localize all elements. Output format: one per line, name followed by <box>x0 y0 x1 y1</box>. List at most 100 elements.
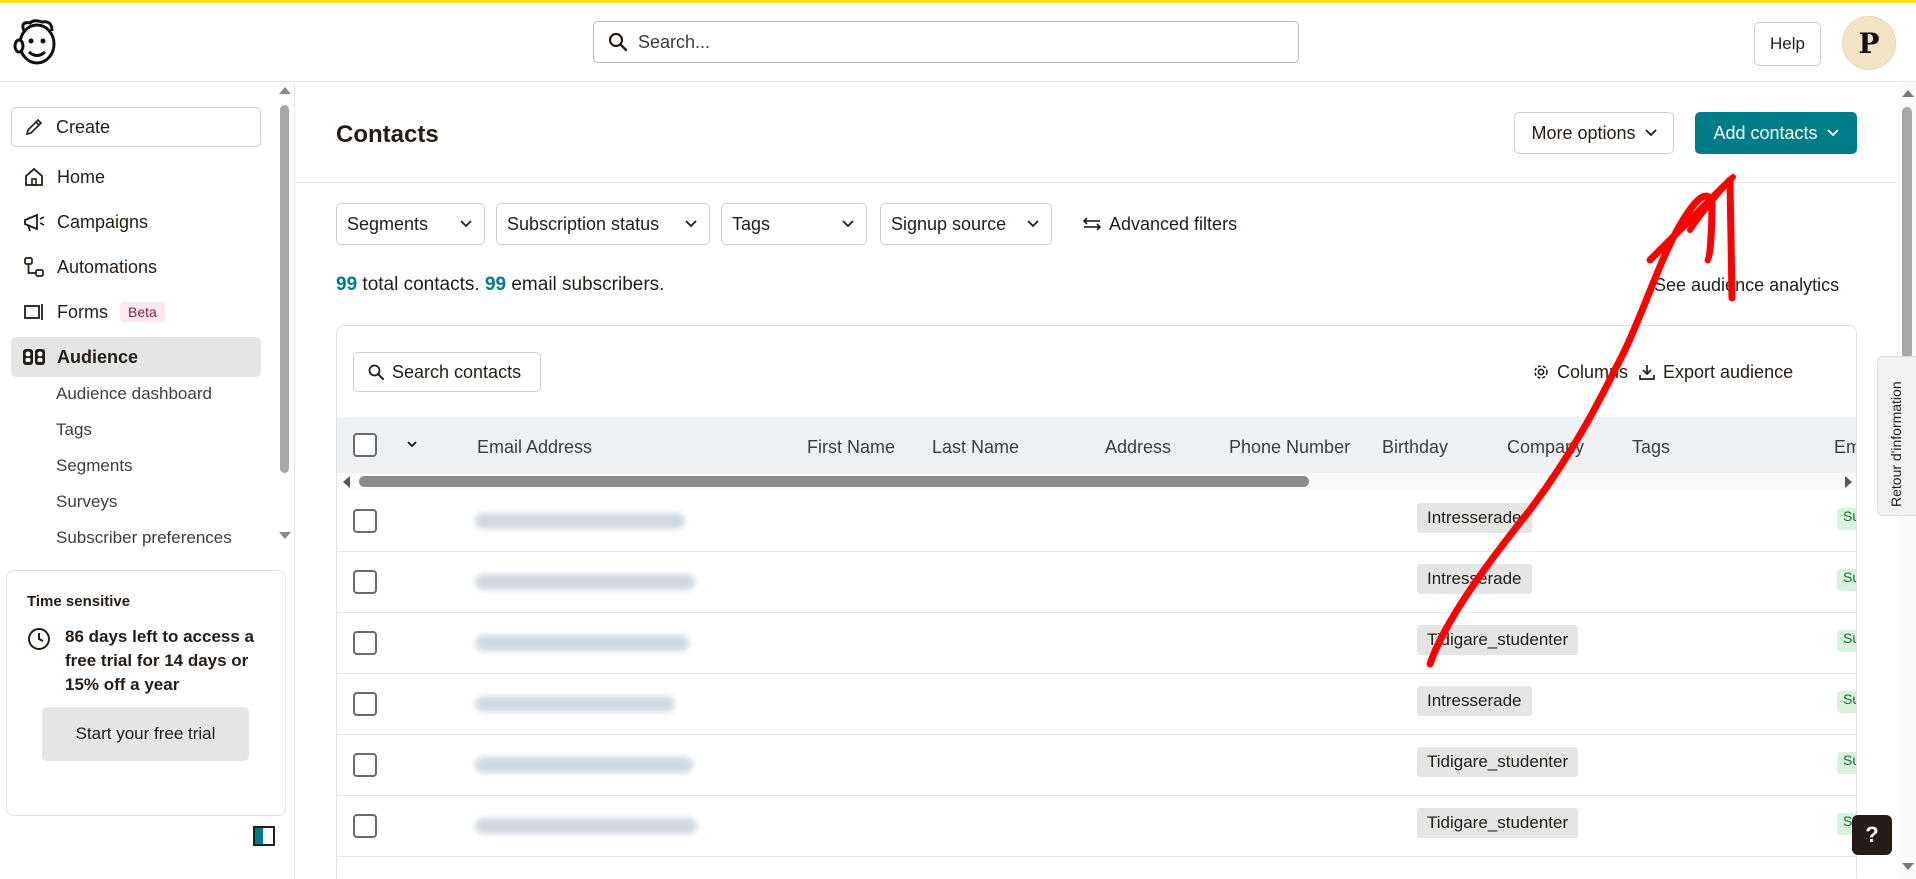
column-header-company[interactable]: Company <box>1507 437 1584 458</box>
table-row[interactable]: Intresserade Su <box>337 674 1856 735</box>
feedback-tab-label: Retour d'information <box>1888 381 1904 507</box>
floating-help-button[interactable]: ? <box>1852 815 1892 855</box>
subnav-audience-dashboard[interactable]: Audience dashboard <box>56 384 212 404</box>
chevron-down-icon[interactable] <box>407 441 417 448</box>
row-checkbox[interactable] <box>353 692 377 716</box>
column-header-phone-number[interactable]: Phone Number <box>1229 437 1350 458</box>
sidebar-item-label: Forms <box>57 301 108 322</box>
filter-signup-source[interactable]: Signup source <box>880 203 1052 245</box>
column-header-address[interactable]: Address <box>1105 437 1171 458</box>
sidebar-item-automations[interactable]: Automations <box>11 247 261 287</box>
collapse-sidebar-icon[interactable] <box>253 826 275 846</box>
column-header-first-name[interactable]: First Name <box>807 437 895 458</box>
email-redacted[interactable] <box>475 696 675 712</box>
tag-chip: Tidigare_studenter <box>1417 747 1579 777</box>
sidebar-item-home[interactable]: Home <box>11 157 261 197</box>
tag-chip: Intresserade <box>1417 503 1532 533</box>
trial-promo-card: Time sensitive 86 days left to access a … <box>6 570 286 816</box>
more-options-label: More options <box>1531 122 1636 143</box>
tag-chip: Tidigare_studenter <box>1417 808 1579 838</box>
email-redacted[interactable] <box>475 513 685 529</box>
global-search[interactable] <box>593 21 1299 63</box>
global-search-input[interactable] <box>638 31 1238 53</box>
more-options-button[interactable]: More options <box>1514 112 1674 154</box>
sidebar-scrollbar-thumb[interactable] <box>280 105 289 473</box>
column-header-last-name[interactable]: Last Name <box>932 437 1019 458</box>
create-button[interactable]: Create <box>11 107 261 147</box>
status-badge: Su <box>1837 508 1856 530</box>
see-audience-analytics-link[interactable]: See audience analytics <box>1654 275 1839 296</box>
scroll-down-arrow[interactable] <box>1902 863 1914 870</box>
tag-chip: Intresserade <box>1417 686 1532 716</box>
status-badge: Su <box>1837 691 1856 713</box>
column-header-email[interactable]: Email Address <box>477 437 592 458</box>
subnav-subscriber-preferences[interactable]: Subscriber preferences <box>56 528 232 548</box>
chevron-down-icon <box>1826 129 1839 137</box>
sidebar-scroll-down-arrow[interactable] <box>279 532 291 539</box>
filter-label: Tags <box>732 213 771 234</box>
scroll-up-arrow[interactable] <box>1902 90 1914 97</box>
table-row[interactable]: Intresserade Su <box>337 552 1856 613</box>
column-header-birthday[interactable]: Birthday <box>1382 437 1448 458</box>
email-subscribers-count: 99 <box>484 274 507 295</box>
add-contacts-label: Add contacts <box>1713 122 1818 143</box>
select-all-checkbox[interactable] <box>353 433 377 457</box>
row-checkbox[interactable] <box>353 814 377 838</box>
export-audience-button[interactable]: Export audience <box>1639 353 1793 391</box>
table-horizontal-scrollbar[interactable] <box>337 473 1856 489</box>
advanced-filters-label: Advanced filters <box>1109 213 1238 234</box>
chevron-down-icon <box>1644 129 1657 137</box>
table-row[interactable]: Tidigare_studenter Su <box>337 613 1856 674</box>
table-row[interactable]: Tidigare_studenter Su <box>337 796 1856 857</box>
status-badge: Su <box>1837 752 1856 774</box>
sidebar-scroll-up-arrow[interactable] <box>279 87 291 94</box>
megaphone-icon <box>21 209 47 235</box>
filter-subscription-status[interactable]: Subscription status <box>496 203 710 245</box>
automation-flow-icon <box>21 254 47 280</box>
filter-label: Signup source <box>891 213 1007 234</box>
email-redacted[interactable] <box>475 574 695 590</box>
total-contacts-text: total contacts. <box>362 274 480 295</box>
start-free-trial-button[interactable]: Start your free trial <box>42 707 249 761</box>
email-redacted[interactable] <box>475 635 689 651</box>
vertical-scrollbar-thumb[interactable] <box>1902 107 1912 359</box>
column-header-email-marketing[interactable]: Em <box>1834 437 1856 458</box>
mailchimp-logo-icon[interactable] <box>12 17 62 69</box>
table-row[interactable]: Intresserade Su <box>337 491 1856 552</box>
promo-title: Time sensitive <box>27 593 131 610</box>
row-checkbox[interactable] <box>353 631 377 655</box>
search-contacts-button[interactable]: Search contacts <box>353 352 541 392</box>
scroll-left-arrow[interactable] <box>343 476 350 488</box>
columns-button[interactable]: Columns <box>1533 353 1628 391</box>
email-redacted[interactable] <box>475 757 693 773</box>
subnav-surveys[interactable]: Surveys <box>56 492 117 512</box>
column-header-tags[interactable]: Tags <box>1632 437 1670 458</box>
filter-tags[interactable]: Tags <box>721 203 867 245</box>
row-checkbox[interactable] <box>353 509 377 533</box>
feedback-tab[interactable]: Retour d'information <box>1877 356 1916 516</box>
email-redacted[interactable] <box>475 818 697 834</box>
search-contacts-label: Search contacts <box>392 361 522 382</box>
subnav-segments[interactable]: Segments <box>56 456 133 476</box>
sidebar-item-campaigns[interactable]: Campaigns <box>11 202 261 242</box>
sidebar-item-forms[interactable]: Forms Beta <box>11 292 261 332</box>
contact-totals: 99 total contacts. 99 email subscribers. <box>336 274 664 296</box>
sidebar-item-audience[interactable]: Audience <box>11 337 261 377</box>
chevron-down-icon <box>1027 220 1039 228</box>
help-button[interactable]: Help <box>1754 22 1821 66</box>
row-checkbox[interactable] <box>353 753 377 777</box>
chevron-down-icon <box>685 220 697 228</box>
gear-icon <box>1534 365 1548 379</box>
filter-label: Segments <box>347 213 429 234</box>
beta-badge: Beta <box>120 302 165 322</box>
horizontal-scrollbar-thumb[interactable] <box>359 476 1309 487</box>
scroll-right-arrow[interactable] <box>1845 476 1852 488</box>
columns-label: Columns <box>1557 361 1629 382</box>
user-avatar[interactable]: P <box>1842 16 1896 70</box>
filter-segments[interactable]: Segments <box>336 203 485 245</box>
row-checkbox[interactable] <box>353 570 377 594</box>
subnav-tags[interactable]: Tags <box>56 420 92 440</box>
advanced-filters-link[interactable]: Advanced filters <box>1083 203 1237 245</box>
table-row[interactable]: Tidigare_studenter Su <box>337 735 1856 796</box>
add-contacts-button[interactable]: Add contacts <box>1695 112 1857 154</box>
